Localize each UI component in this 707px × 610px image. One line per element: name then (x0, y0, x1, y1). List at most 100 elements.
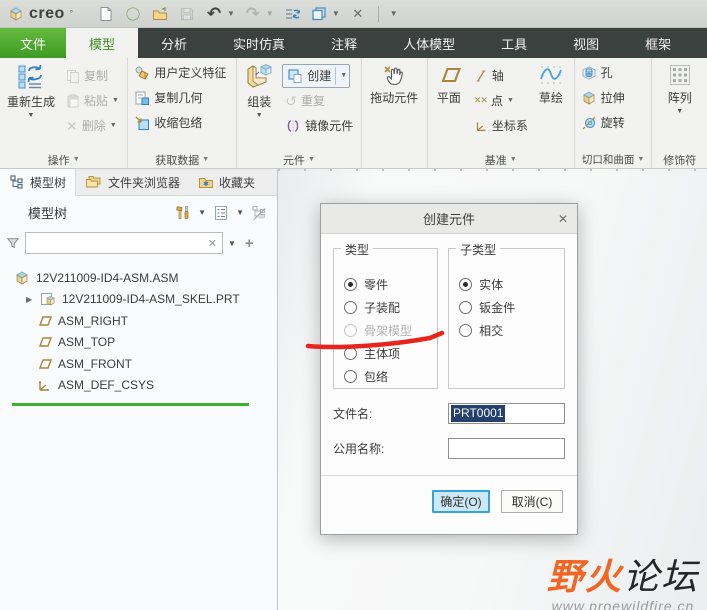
pattern-dropdown[interactable]: ▼ (676, 108, 683, 115)
close-window-button[interactable]: ✕ (349, 5, 367, 23)
ok-button[interactable]: 确定(O) (432, 490, 490, 513)
common-name-input[interactable] (447, 438, 565, 459)
radio-body-item-circle[interactable] (344, 347, 357, 360)
tab-annotate[interactable]: 注释 (308, 28, 380, 58)
file-name-selected-text: PRT0001 (450, 405, 506, 422)
open-file-button[interactable] (151, 5, 169, 23)
material-sphere-button[interactable] (124, 5, 142, 23)
hole-button[interactable]: 孔 (578, 60, 649, 85)
group-label-operations[interactable]: 操作 ▼ (3, 151, 124, 168)
udf-icon (134, 65, 150, 81)
tab-tools[interactable]: 工具 (478, 28, 550, 58)
copy-geometry-button[interactable]: 复制几何 (131, 85, 233, 110)
radio-sheetmetal[interactable]: 钣金件 (459, 296, 556, 319)
assemble-dropdown[interactable]: ▼ (256, 112, 263, 119)
radio-intersect-circle[interactable] (459, 324, 473, 337)
model-tree-filter-input[interactable] (26, 234, 203, 252)
assemble-button[interactable]: 组装 ▼ (240, 60, 278, 151)
group-label-component[interactable]: 元件 ▼ (240, 151, 357, 168)
filter-dropdown[interactable]: ▼ (228, 239, 236, 248)
regenerate-button[interactable]: 重新生成 ▼ (3, 60, 59, 151)
filter-add-button[interactable]: + (245, 235, 254, 252)
csys-button[interactable]: 坐标系 (471, 113, 531, 138)
group-component-caret-icon: ▼ (307, 156, 315, 163)
tree-item-asm-def-csys[interactable]: ASM_DEF_CSYS (0, 375, 277, 397)
tree-tools-button[interactable] (175, 205, 191, 221)
tab-file[interactable]: 文件 (0, 28, 67, 58)
hole-icon (581, 65, 597, 81)
radio-envelope-circle[interactable] (344, 370, 357, 383)
undo-button[interactable]: ↶ (205, 5, 223, 23)
plane-button[interactable]: 平面 (431, 60, 467, 151)
create-component-button[interactable]: 创建 ▼ (282, 63, 351, 88)
tab-view[interactable]: 视图 (550, 28, 622, 58)
customize-toolbar-dropdown[interactable]: ▼ (390, 9, 398, 18)
radio-intersect[interactable]: 相交 (459, 319, 556, 342)
group-label-datum[interactable]: 基准 ▼ (431, 151, 571, 168)
radio-solid-circle[interactable] (459, 278, 473, 291)
tree-settings-button[interactable] (213, 205, 229, 221)
undo-dropdown[interactable]: ▼ (227, 9, 235, 18)
tab-manikin[interactable]: 人体模型 (380, 28, 478, 58)
tab-model-tree[interactable]: 模型树 (0, 169, 77, 196)
revolve-button[interactable]: 旋转 (578, 110, 649, 135)
tree-item-asm-top[interactable]: ASM_TOP (0, 332, 277, 354)
group-label-get-data[interactable]: 获取数据 ▼ (131, 151, 233, 168)
redo-dropdown[interactable]: ▼ (266, 9, 274, 18)
tab-favorites[interactable]: 收藏夹 (189, 169, 264, 195)
window-switch-button[interactable] (310, 5, 328, 23)
undo-icon: ↶ (206, 4, 222, 23)
tab-analysis[interactable]: 分析 (138, 28, 210, 58)
expand-arrow-icon[interactable]: ▶ (26, 295, 34, 304)
radio-envelope[interactable]: 包络 (344, 365, 429, 388)
drag-component-button[interactable]: 拖动元件 (366, 60, 422, 151)
tree-item-skeleton[interactable]: ▶ 12V211009-ID4-ASM_SKEL.PRT (0, 289, 277, 311)
cancel-button[interactable]: 取消(C) (501, 490, 563, 513)
axis-button[interactable]: 轴 (471, 63, 531, 88)
new-file-button[interactable] (97, 5, 115, 23)
radio-subassembly[interactable]: 子装配 (344, 296, 429, 319)
create-dropdown[interactable]: ▼ (340, 72, 347, 79)
tab-live-simulation[interactable]: 实时仿真 (210, 28, 308, 58)
radio-part[interactable]: 零件 (344, 273, 429, 296)
creo-logo-text: creo (29, 4, 65, 22)
tree-tools-dropdown[interactable]: ▼ (198, 208, 206, 217)
tree-item-asm-front[interactable]: ASM_FRONT (0, 353, 277, 375)
ribbon-group-get-data: 用户定义特征 复制几何 收缩包络 获取数据 ▼ (128, 58, 238, 168)
filter-funnel-icon[interactable] (6, 236, 20, 250)
tab-folder-browser[interactable]: 文件夹浏览器 (76, 169, 189, 195)
mirror-component-button[interactable]: 镜像元件 (282, 113, 356, 138)
extrude-button[interactable]: 拉伸 (578, 85, 649, 110)
point-dropdown[interactable]: ▼ (507, 97, 514, 104)
file-name-input[interactable]: PRT0001 (447, 403, 565, 424)
shrinkwrap-button[interactable]: 收缩包络 (131, 110, 233, 135)
group-label-modifiers[interactable]: 修饰符 (655, 151, 704, 168)
common-name-field[interactable] (450, 441, 562, 456)
pattern-button[interactable]: 阵列 ▼ (664, 60, 696, 151)
regenerate-quick-button[interactable] (283, 5, 301, 23)
drag-hand-icon (382, 63, 406, 87)
udf-button[interactable]: 用户定义特征 (131, 60, 233, 85)
tab-framework[interactable]: 框架 (622, 28, 694, 58)
window-switch-dropdown[interactable]: ▼ (332, 9, 340, 18)
filter-input-box[interactable]: ✕ (25, 232, 223, 254)
dialog-close-icon[interactable]: ✕ (549, 212, 577, 226)
radio-sheetmetal-circle[interactable] (459, 301, 473, 314)
radio-body-item[interactable]: 主体项 (344, 342, 429, 365)
group-label-cut-surface[interactable]: 切口和曲面 ▼ (578, 151, 649, 168)
radio-part-circle[interactable] (344, 278, 357, 291)
graphics-area[interactable]: 创建元件 ✕ 类型 零件 子装配 骨架模型 主体项 包络 子类型 实体 钣金件 … (278, 169, 707, 610)
sketch-button[interactable]: 草绘 (535, 60, 567, 151)
tree-item-assembly[interactable]: 12V211009-ID4-ASM.ASM (0, 267, 277, 289)
insert-indicator-line[interactable] (12, 403, 249, 406)
navigator-panel: 模型树 文件夹浏览器 收藏夹 模型树 ▼ ▼ ✕ ▼ + 12V211009-I… (0, 169, 278, 610)
point-button[interactable]: ✕✕ 点 ▼ (471, 88, 531, 113)
filter-clear-icon[interactable]: ✕ (203, 237, 222, 250)
tree-item-asm-right[interactable]: ASM_RIGHT (0, 310, 277, 332)
regenerate-dropdown[interactable]: ▼ (28, 112, 35, 119)
dialog-title-bar[interactable]: 创建元件 ✕ (321, 204, 577, 234)
radio-solid[interactable]: 实体 (459, 273, 556, 296)
tab-model[interactable]: 模型 (66, 28, 139, 58)
radio-subassembly-circle[interactable] (344, 301, 357, 314)
tree-settings-dropdown[interactable]: ▼ (236, 208, 244, 217)
